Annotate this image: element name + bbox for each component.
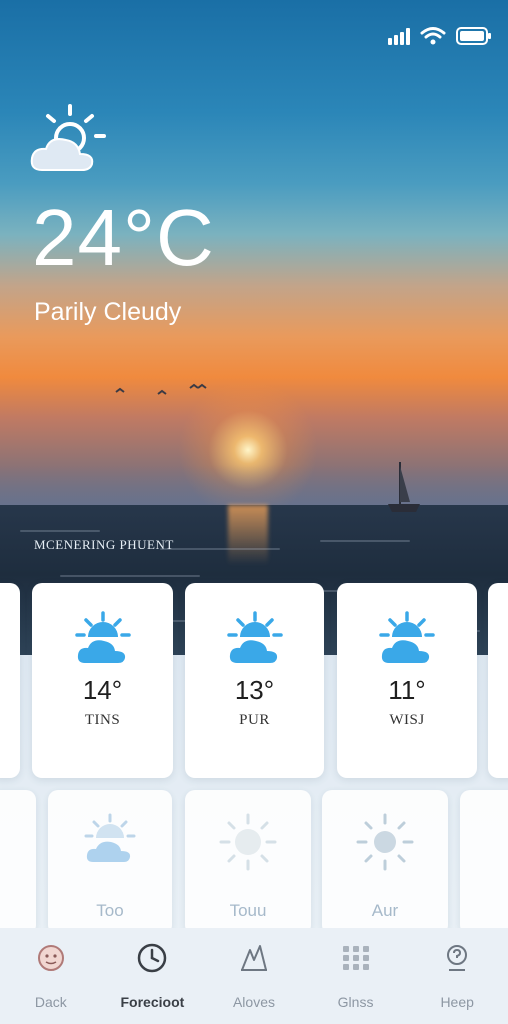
sun-icon xyxy=(356,813,414,871)
forecast-day-label: TINS xyxy=(84,712,121,728)
nav-label: Dack xyxy=(34,994,67,1010)
current-condition: Parily Cleudy xyxy=(34,298,182,326)
forecast-temperature: 14° xyxy=(82,675,123,705)
current-temperature: 24°C xyxy=(32,193,215,282)
forecast-card[interactable]: 11° WISJ xyxy=(337,583,477,778)
nav-label: Forecioot xyxy=(120,994,185,1010)
nav-label: Heep xyxy=(440,994,474,1010)
partly-cloudy-icon xyxy=(84,813,136,862)
wave xyxy=(320,540,410,542)
secondary-card-partial[interactable] xyxy=(460,790,508,935)
forecast-card-partial[interactable] xyxy=(488,583,508,778)
grid-icon xyxy=(342,946,369,970)
nav-label: Aloves xyxy=(232,994,275,1010)
wave xyxy=(60,575,200,577)
nav-item-help[interactable]: Heep xyxy=(412,942,502,1024)
nav-item-forecast[interactable]: Forecioot xyxy=(107,942,197,1024)
forecast-temperature: 13° xyxy=(234,675,275,705)
wave xyxy=(20,530,100,532)
forecast-temperature: 11° xyxy=(388,675,426,705)
wifi-icon xyxy=(420,27,446,45)
status-bar xyxy=(388,26,492,46)
partly-cloudy-icon xyxy=(379,611,435,663)
location-label: MCENERING PHUENT xyxy=(34,537,174,552)
partly-cloudy-icon xyxy=(226,611,283,663)
background-scene xyxy=(0,0,508,660)
nav-item-back[interactable]: Dack xyxy=(6,942,96,1024)
secondary-card-label: Too xyxy=(96,901,124,920)
secondary-card[interactable]: Too xyxy=(48,790,172,935)
forecast-day-label: WISJ xyxy=(389,712,425,728)
secondary-card-label: Aur xyxy=(371,901,399,920)
nav-label: Glnss xyxy=(337,994,374,1010)
chart-icon xyxy=(240,945,267,971)
partly-cloudy-icon xyxy=(30,104,106,171)
wave xyxy=(160,548,280,550)
sailboat-icon xyxy=(388,462,420,512)
secondary-card[interactable]: Aur xyxy=(322,790,448,935)
clock-icon xyxy=(138,943,167,973)
battery-icon xyxy=(456,27,491,45)
sun-icon xyxy=(219,813,277,871)
secondary-card-partial[interactable] xyxy=(0,790,36,935)
secondary-card[interactable]: Touu xyxy=(185,790,311,935)
sun-reflection xyxy=(228,505,268,565)
secondary-card-label: Touu xyxy=(229,901,267,920)
forecast-card[interactable]: 14° TINS xyxy=(32,583,173,778)
forecast-card[interactable]: 13° PUR xyxy=(185,583,324,778)
forecast-day-label: PUR xyxy=(239,712,270,728)
bottom-navigation: Dack Forecioot Aloves Glnss Heep xyxy=(0,928,508,1024)
horizon-haze xyxy=(0,465,508,510)
forecast-card-partial[interactable] xyxy=(0,583,20,778)
nav-item-aloves[interactable]: Aloves xyxy=(209,942,299,1024)
birds-icon xyxy=(115,383,207,395)
nav-item-glnss[interactable]: Glnss xyxy=(311,942,401,1024)
signal-icon xyxy=(388,27,410,45)
help-icon xyxy=(447,945,468,971)
face-icon xyxy=(37,945,64,971)
partly-cloudy-icon xyxy=(74,611,131,663)
